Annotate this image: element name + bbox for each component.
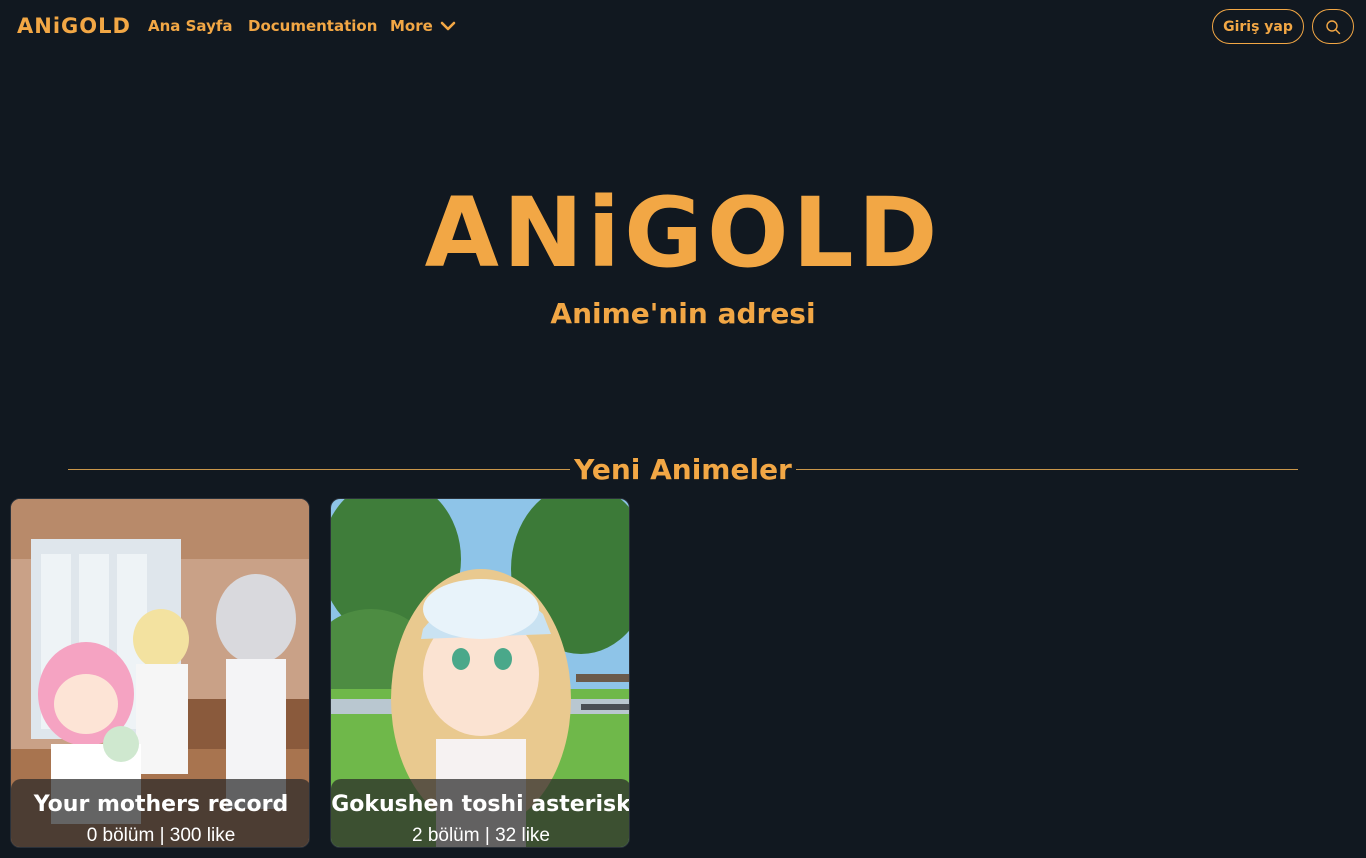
search-icon <box>1326 19 1341 34</box>
hero-logo: ANiGOLD <box>424 177 942 289</box>
anime-card[interactable]: Your mothers record 0 bölüm | 300 like <box>10 498 310 848</box>
card-title[interactable]: Your mothers record <box>11 791 309 819</box>
section-title: Yeni Animeler <box>0 452 1366 488</box>
brand-logo[interactable]: ANiGOLD <box>17 12 131 40</box>
card-title[interactable]: Gokushen toshi asterisk <box>331 791 629 819</box>
nav-link-home[interactable]: Ana Sayfa <box>148 16 233 36</box>
chevron-down-icon[interactable] <box>440 20 456 32</box>
navbar: ANiGOLD Ana Sayfa Documentation More Gir… <box>0 0 1366 54</box>
section-title-text: Yeni Animeler <box>570 453 796 486</box>
nav-link-more[interactable]: More <box>390 16 433 36</box>
login-button[interactable]: Giriş yap <box>1212 9 1304 44</box>
card-meta: 0 bölüm | 300 like <box>86 825 236 846</box>
anime-card[interactable]: Gokushen toshi asterisk 2 bölüm | 32 lik… <box>330 498 630 848</box>
card-meta: 2 bölüm | 32 like <box>411 825 550 846</box>
nav-link-documentation[interactable]: Documentation <box>248 16 377 36</box>
hero-subtitle: Anime'nin adresi <box>550 297 816 330</box>
search-button[interactable] <box>1312 9 1354 44</box>
